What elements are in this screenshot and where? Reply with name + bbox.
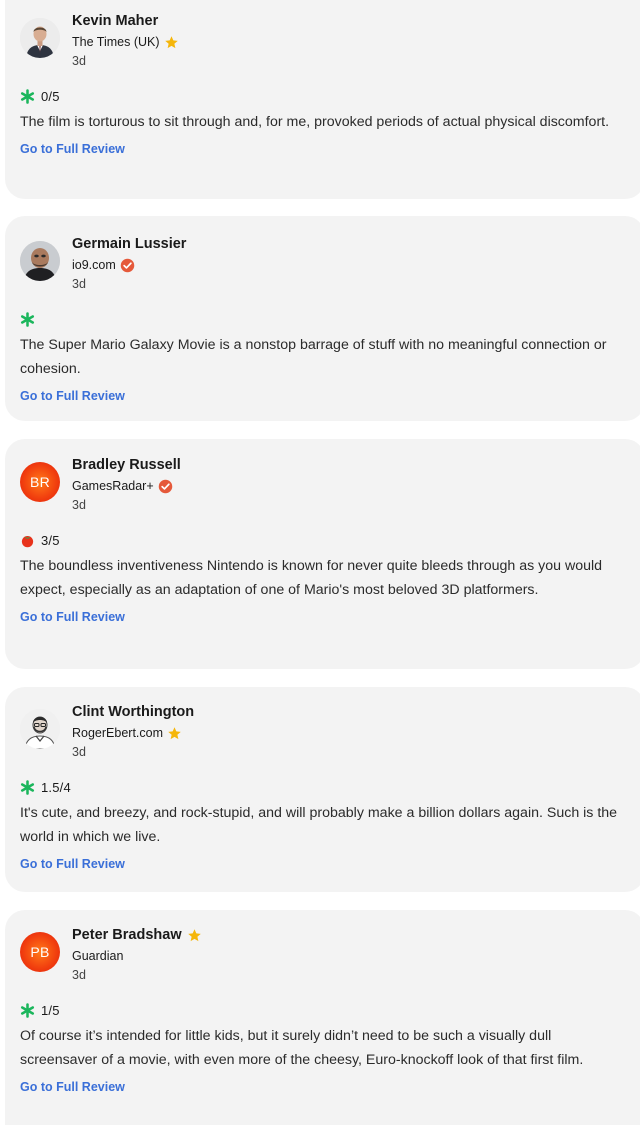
publication[interactable]: The Times (UK)	[72, 33, 179, 51]
tomato-icon	[20, 533, 35, 548]
critic-name-text[interactable]: Bradley Russell	[72, 456, 181, 474]
score-row: 1/5	[20, 1000, 640, 1020]
critic-name[interactable]: Germain Lussier	[72, 235, 186, 253]
splat-icon	[20, 779, 35, 795]
score-value: 3/5	[41, 532, 60, 548]
score-value: 1.5/4	[41, 779, 71, 795]
top-critic-star-icon	[164, 35, 179, 50]
review-age: 3d	[72, 498, 86, 512]
top-critic-star-icon	[187, 928, 202, 943]
review-card: PB Peter Bradshaw Guardian 3d 1/5 Of cou…	[5, 910, 640, 1125]
verified-check-icon	[120, 258, 135, 273]
splat-icon	[20, 311, 35, 327]
review-header: Kevin Maher The Times (UK) 3d	[20, 12, 640, 78]
critic-photo	[20, 18, 60, 58]
critic-name-text[interactable]: Peter Bradshaw	[72, 926, 182, 944]
publication-name[interactable]: io9.com	[72, 256, 116, 274]
review-quote: The boundless inventiveness Nintendo is …	[20, 558, 603, 598]
verified-check-icon	[158, 479, 173, 494]
publication[interactable]: Guardian	[72, 947, 202, 965]
review-header: BR Bradley Russell GamesRadar+ 3d	[20, 456, 640, 522]
score-row: 0/5	[20, 86, 640, 106]
publication-name[interactable]: Guardian	[72, 947, 123, 965]
review-header: Germain Lussier io9.com 3d	[20, 235, 640, 301]
critic-name-text[interactable]: Clint Worthington	[72, 703, 194, 721]
critic-name[interactable]: Bradley Russell	[72, 456, 181, 474]
review-quote: The film is torturous to sit through and…	[20, 114, 610, 130]
review-header: Clint Worthington RogerEbert.com 3d	[20, 703, 640, 769]
critic-name-text[interactable]: Germain Lussier	[72, 235, 186, 253]
review-header: PB Peter Bradshaw Guardian 3d	[20, 926, 640, 992]
full-review-link[interactable]: Go to Full Review	[20, 610, 125, 624]
review-age: 3d	[72, 745, 86, 759]
score-row	[20, 309, 640, 329]
review-card: Kevin Maher The Times (UK) 3d 0/5 The fi…	[5, 0, 640, 199]
critic-photo	[20, 241, 60, 281]
publication-name[interactable]: GamesRadar+	[72, 477, 154, 495]
critic-name[interactable]: Peter Bradshaw	[72, 926, 202, 944]
review-card: Germain Lussier io9.com 3d The Super Mar…	[5, 216, 640, 421]
review-age: 3d	[72, 54, 86, 68]
publication-name[interactable]: The Times (UK)	[72, 33, 160, 51]
critic-meta: Bradley Russell GamesRadar+ 3d	[72, 456, 181, 513]
avatar[interactable]: BR	[20, 462, 60, 502]
publication[interactable]: io9.com	[72, 256, 186, 274]
critic-meta: Kevin Maher The Times (UK) 3d	[72, 12, 179, 69]
publication[interactable]: GamesRadar+	[72, 477, 181, 495]
splat-icon	[20, 1002, 35, 1018]
avatar[interactable]: PB	[20, 932, 60, 972]
critic-name[interactable]: Clint Worthington	[72, 703, 194, 721]
splat-icon	[20, 88, 35, 104]
critic-meta: Clint Worthington RogerEbert.com 3d	[72, 703, 194, 760]
full-review-link[interactable]: Go to Full Review	[20, 142, 125, 156]
review-quote: The Super Mario Galaxy Movie is a nonsto…	[20, 337, 607, 377]
review-card: Clint Worthington RogerEbert.com 3d 1.5/…	[5, 687, 640, 892]
critic-meta: Peter Bradshaw Guardian 3d	[72, 926, 202, 983]
critic-name-text[interactable]: Kevin Maher	[72, 12, 158, 30]
review-quote: It's cute, and breezy, and rock-stupid, …	[20, 805, 618, 845]
score-value: 1/5	[41, 1002, 60, 1018]
full-review-link[interactable]: Go to Full Review	[20, 1080, 125, 1094]
review-card: BR Bradley Russell GamesRadar+ 3d 3/5 Th…	[5, 439, 640, 669]
score-value: 0/5	[41, 88, 60, 104]
avatar[interactable]	[20, 241, 60, 281]
review-quote: Of course it’s intended for little kids,…	[20, 1028, 584, 1068]
score-row: 1.5/4	[20, 777, 640, 797]
avatar[interactable]	[20, 18, 60, 58]
critic-name[interactable]: Kevin Maher	[72, 12, 179, 30]
top-critic-star-icon	[167, 726, 182, 741]
publication[interactable]: RogerEbert.com	[72, 724, 194, 742]
review-age: 3d	[72, 277, 86, 291]
score-row: 3/5	[20, 530, 640, 550]
avatar[interactable]	[20, 709, 60, 749]
critic-photo	[20, 709, 60, 749]
full-review-link[interactable]: Go to Full Review	[20, 857, 125, 871]
full-review-link[interactable]: Go to Full Review	[20, 389, 125, 403]
review-age: 3d	[72, 968, 86, 982]
publication-name[interactable]: RogerEbert.com	[72, 724, 163, 742]
critic-meta: Germain Lussier io9.com 3d	[72, 235, 186, 292]
